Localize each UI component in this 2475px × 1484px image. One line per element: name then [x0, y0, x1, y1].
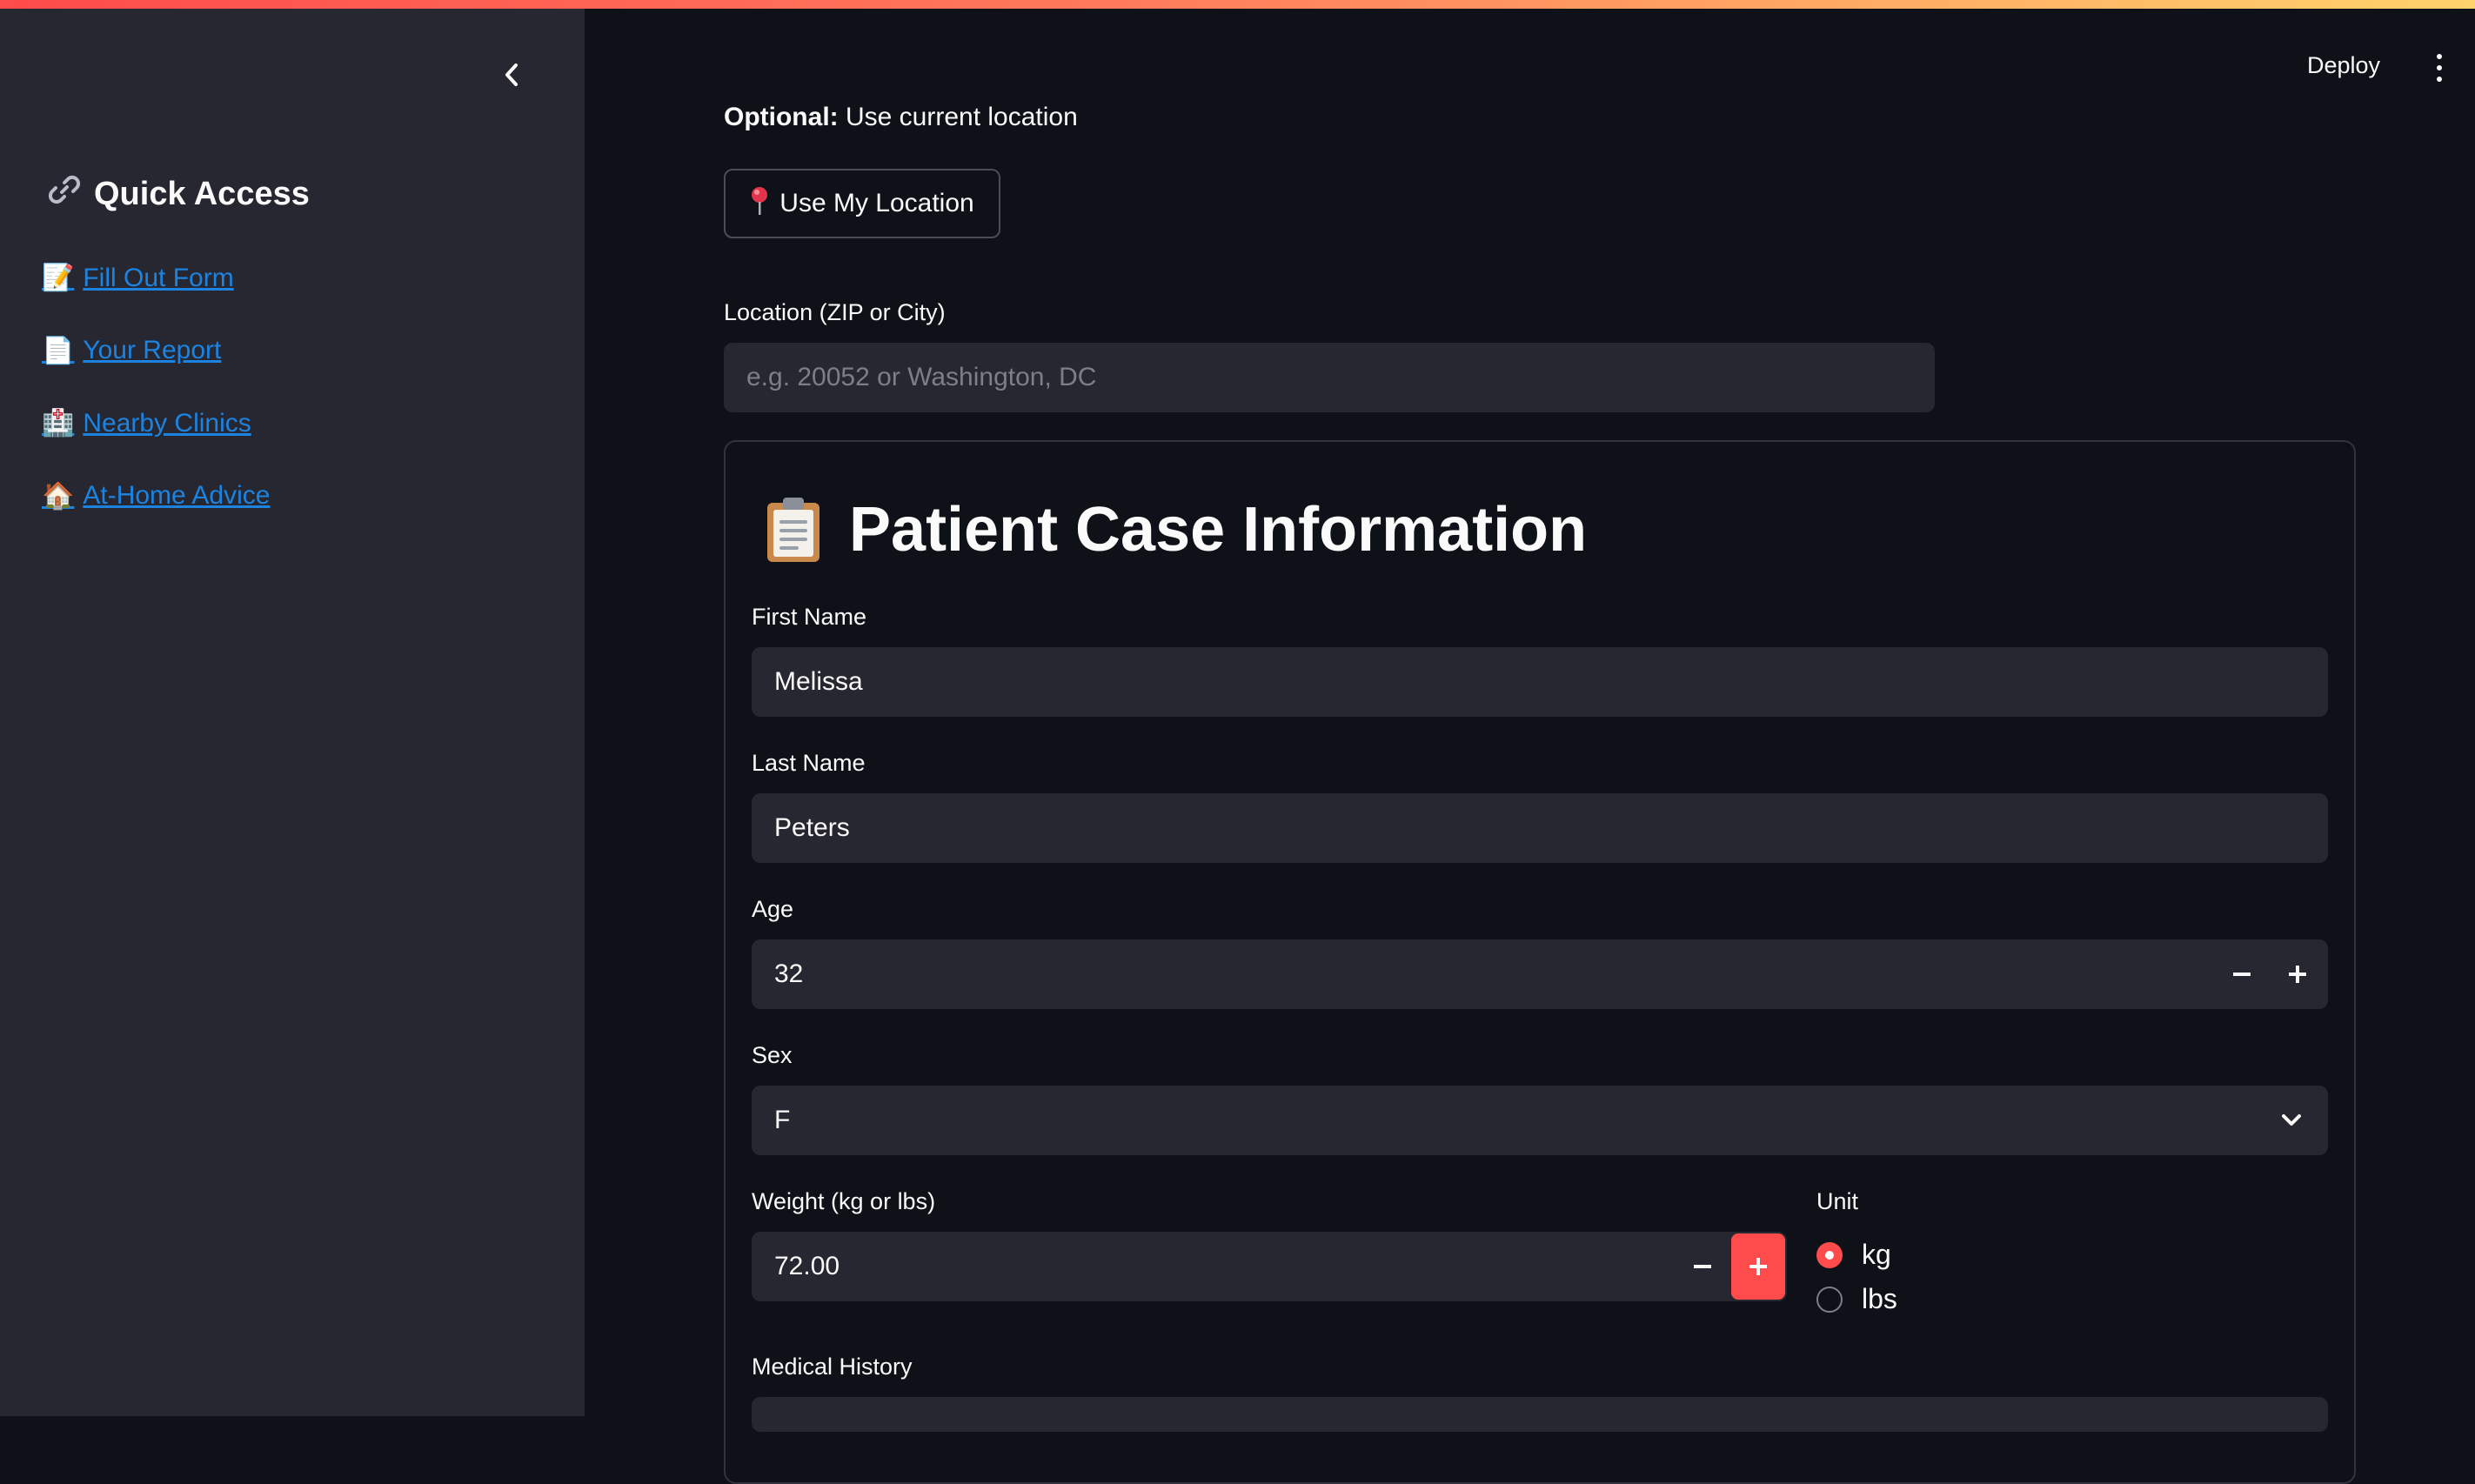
radio-unselected-icon [1816, 1286, 1843, 1313]
first-name-input[interactable]: Melissa [752, 647, 2328, 717]
weight-decrement-button[interactable] [1676, 1233, 1729, 1300]
deploy-button[interactable]: Deploy [2307, 52, 2380, 79]
sidebar-links: 📝 Fill Out Form 📄 Your Report 🏥 Nearby C… [42, 242, 270, 532]
hospital-icon: 🏥 [42, 409, 75, 438]
document-icon: 📄 [42, 336, 75, 365]
top-decoration-bar [0, 0, 2475, 9]
last-name-input[interactable]: Peters [752, 793, 2328, 863]
collapse-sidebar-button[interactable] [496, 59, 527, 90]
medical-history-input[interactable] [752, 1397, 2328, 1432]
age-increment-button[interactable] [2271, 941, 2324, 1007]
sex-value: F [774, 1106, 791, 1134]
unit-label: Unit [1816, 1188, 1859, 1214]
optional-location-text: Optional: Use current location [724, 103, 1078, 132]
house-icon: 🏠 [42, 481, 75, 511]
radio-selected-icon [1816, 1241, 1843, 1268]
minus-icon [2233, 973, 2251, 976]
clipboard-icon [767, 498, 819, 562]
sex-select[interactable]: F [752, 1086, 2328, 1155]
plus-icon [2289, 966, 2306, 983]
last-name-label: Last Name [752, 750, 866, 776]
weight-label: Weight (kg or lbs) [752, 1188, 936, 1214]
unit-option-label: kg [1862, 1239, 1891, 1270]
medical-history-label: Medical History [752, 1354, 913, 1380]
sex-label: Sex [752, 1042, 793, 1068]
use-my-location-label: Use My Location [779, 189, 974, 217]
more-options-icon[interactable] [2429, 54, 2450, 82]
unit-option-kg[interactable]: kg [1816, 1239, 1891, 1271]
age-input[interactable]: 32 [752, 939, 2328, 1009]
sidebar-link-your-report[interactable]: 📄 Your Report [42, 315, 270, 388]
sidebar-link-label: Your Report [83, 336, 222, 365]
optional-label: Optional: [724, 103, 839, 131]
pin-icon [750, 186, 769, 222]
chevron-left-icon [505, 64, 518, 86]
minus-icon [1694, 1265, 1711, 1268]
age-decrement-button[interactable] [2215, 941, 2269, 1007]
first-name-label: First Name [752, 604, 867, 630]
sidebar-link-label: Nearby Clinics [83, 408, 251, 438]
sidebar-link-fill-out-form[interactable]: 📝 Fill Out Form [42, 242, 270, 315]
sidebar: Quick Access 📝 Fill Out Form 📄 Your Repo… [0, 0, 585, 1416]
age-label: Age [752, 896, 794, 922]
chevron-down-icon[interactable] [2278, 1106, 2305, 1134]
use-my-location-button[interactable]: Use My Location [724, 169, 1000, 238]
plus-icon [1749, 1258, 1767, 1275]
sidebar-title-text: Quick Access [94, 175, 310, 212]
sidebar-link-nearby-clinics[interactable]: 🏥 Nearby Clinics [42, 387, 270, 460]
memo-icon: 📝 [42, 264, 75, 293]
weight-increment-button[interactable] [1731, 1233, 1785, 1300]
age-value: 32 [774, 959, 804, 988]
location-field-label: Location (ZIP or City) [724, 299, 946, 325]
last-name-value: Peters [774, 813, 850, 842]
weight-input[interactable]: 72.00 [752, 1232, 1787, 1301]
sidebar-link-at-home-advice[interactable]: 🏠 At-Home Advice [42, 460, 270, 533]
sidebar-title: Quick Access [47, 172, 310, 216]
sidebar-link-label: At-Home Advice [83, 481, 271, 511]
unit-option-lbs[interactable]: lbs [1816, 1283, 1897, 1315]
form-title-text: Patient Case Information [849, 495, 1588, 565]
unit-option-label: lbs [1862, 1283, 1897, 1314]
optional-description: Use current location [838, 103, 1078, 131]
sidebar-link-label: Fill Out Form [83, 263, 234, 292]
weight-value: 72.00 [774, 1252, 840, 1280]
first-name-value: Melissa [774, 667, 863, 696]
link-icon [47, 172, 82, 216]
location-input[interactable] [724, 343, 1935, 412]
form-title: Patient Case Information [764, 494, 1587, 565]
